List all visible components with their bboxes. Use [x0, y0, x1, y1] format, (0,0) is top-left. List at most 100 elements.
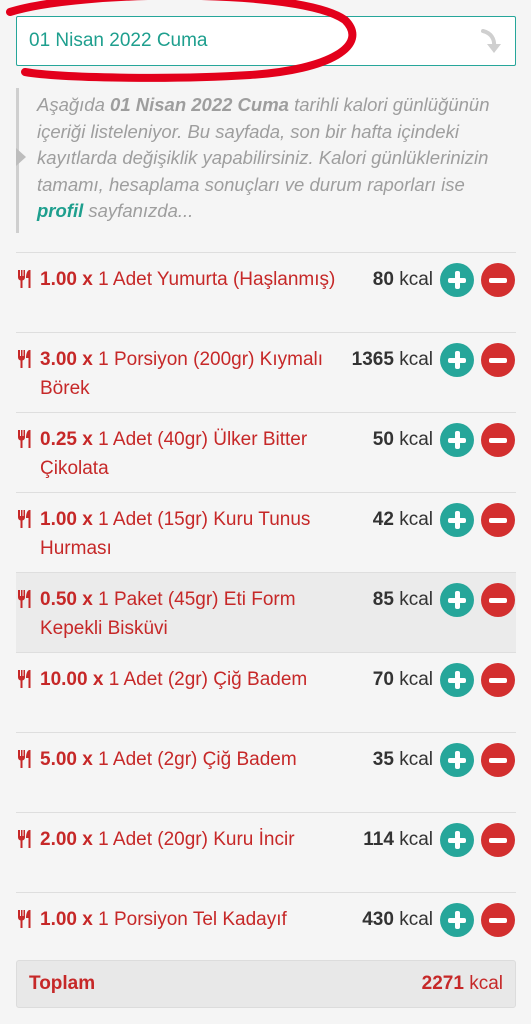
entry-row: 1.00 x 1 Adet Yumurta (Haşlanmış) 80 kca…	[16, 252, 516, 332]
chevron-down-icon	[481, 29, 501, 53]
entry-description: 0.50 x 1 Paket (45gr) Eti Form Kepekli B…	[40, 585, 340, 643]
entry-description: 5.00 x 1 Adet (2gr) Çiğ Badem	[40, 745, 340, 774]
remove-portion-button[interactable]	[481, 343, 515, 377]
entry-row: 1.00 x 1 Adet (15gr) Kuru Tunus Hurması …	[16, 492, 516, 572]
add-portion-button[interactable]	[440, 263, 474, 297]
entry-quantity: 1.00 x	[40, 269, 93, 290]
entry-kcal-unit: kcal	[399, 509, 433, 530]
entry-row: 0.25 x 1 Adet (40gr) Ülker Bitter Çikola…	[16, 412, 516, 492]
total-kcal-value: 2271	[421, 973, 464, 994]
total-value: 2271 kcal	[422, 973, 503, 995]
info-text-part: sayfanızda...	[83, 200, 194, 221]
entry-kcal: 1365 kcal	[352, 345, 433, 374]
entry-quantity: 3.00 x	[40, 349, 93, 370]
entry-kcal-unit: kcal	[399, 669, 433, 690]
entry-quantity: 1.00 x	[40, 509, 93, 530]
entry-kcal: 42 kcal	[373, 505, 433, 534]
entry-kcal: 80 kcal	[373, 265, 433, 294]
entry-quantity: 1.00 x	[40, 909, 93, 930]
remove-portion-button[interactable]	[481, 903, 515, 937]
add-portion-button[interactable]	[440, 503, 474, 537]
entry-kcal-unit: kcal	[399, 909, 433, 930]
entry-name: 1 Adet (2gr) Çiğ Badem	[98, 749, 297, 770]
add-portion-button[interactable]	[440, 423, 474, 457]
entry-kcal-value: 114	[363, 829, 394, 850]
date-selector[interactable]: 01 Nisan 2022 Cuma	[16, 16, 516, 66]
entry-kcal-unit: kcal	[399, 429, 433, 450]
utensils-icon	[18, 750, 31, 768]
remove-portion-button[interactable]	[481, 663, 515, 697]
add-portion-button[interactable]	[440, 663, 474, 697]
entry-kcal-unit: kcal	[399, 349, 433, 370]
entry-quantity: 2.00 x	[40, 829, 93, 850]
add-portion-button[interactable]	[440, 583, 474, 617]
info-text-part: Aşağıda	[37, 94, 111, 115]
remove-portion-button[interactable]	[481, 823, 515, 857]
profil-link[interactable]: profil	[37, 200, 83, 221]
utensils-icon	[18, 510, 31, 528]
entry-kcal-unit: kcal	[399, 829, 433, 850]
calorie-entry-list: 1.00 x 1 Adet Yumurta (Haşlanmış) 80 kca…	[16, 252, 516, 972]
remove-portion-button[interactable]	[481, 263, 515, 297]
entry-kcal-value: 70	[372, 669, 394, 690]
entry-description: 1.00 x 1 Adet (15gr) Kuru Tunus Hurması	[40, 505, 340, 563]
entry-kcal: 70 kcal	[373, 665, 433, 694]
utensils-icon	[18, 830, 31, 848]
entry-name: 1 Adet (20gr) Kuru İncir	[98, 829, 295, 850]
entry-row: 0.50 x 1 Paket (45gr) Eti Form Kepekli B…	[16, 572, 516, 652]
utensils-icon	[18, 910, 31, 928]
info-text: Aşağıda 01 Nisan 2022 Cuma tarihli kalor…	[37, 92, 507, 225]
entry-kcal: 430 kcal	[362, 905, 433, 934]
entry-row: 10.00 x 1 Adet (2gr) Çiğ Badem 70 kcal	[16, 652, 516, 732]
entry-kcal-value: 50	[372, 429, 394, 450]
entry-description: 0.25 x 1 Adet (40gr) Ülker Bitter Çikola…	[40, 425, 340, 483]
add-portion-button[interactable]	[440, 743, 474, 777]
utensils-icon	[18, 430, 31, 448]
info-date: 01 Nisan 2022 Cuma	[110, 94, 289, 115]
entry-name: 1 Adet (2gr) Çiğ Badem	[108, 669, 308, 690]
entry-name: 1 Adet Yumurta (Haşlanmış)	[98, 269, 336, 290]
entry-quantity: 10.00 x	[40, 669, 104, 690]
entry-quantity: 5.00 x	[40, 749, 93, 770]
remove-portion-button[interactable]	[481, 583, 515, 617]
entry-kcal-unit: kcal	[399, 589, 433, 610]
page: 01 Nisan 2022 Cuma Aşağıda 01 Nisan 2022…	[0, 0, 531, 1024]
entry-row: 2.00 x 1 Adet (20gr) Kuru İncir 114 kcal	[16, 812, 516, 892]
entry-kcal-value: 42	[372, 509, 394, 530]
total-kcal-unit: kcal	[469, 973, 503, 994]
remove-portion-button[interactable]	[481, 743, 515, 777]
entry-kcal-unit: kcal	[399, 749, 433, 770]
entry-kcal-unit: kcal	[399, 269, 433, 290]
add-portion-button[interactable]	[440, 343, 474, 377]
add-portion-button[interactable]	[440, 903, 474, 937]
entry-description: 2.00 x 1 Adet (20gr) Kuru İncir	[40, 825, 340, 854]
utensils-icon	[18, 670, 31, 688]
utensils-icon	[18, 270, 31, 288]
info-box: Aşağıda 01 Nisan 2022 Cuma tarihli kalor…	[16, 88, 516, 233]
entry-description: 10.00 x 1 Adet (2gr) Çiğ Badem	[40, 665, 340, 694]
entry-quantity: 0.25 x	[40, 429, 93, 450]
entry-kcal-value: 1365	[351, 349, 394, 370]
entry-kcal: 35 kcal	[373, 745, 433, 774]
entry-row: 3.00 x 1 Porsiyon (200gr) Kıymalı Börek …	[16, 332, 516, 412]
entry-kcal-value: 430	[362, 909, 394, 930]
remove-portion-button[interactable]	[481, 423, 515, 457]
remove-portion-button[interactable]	[481, 503, 515, 537]
entry-kcal-value: 85	[372, 589, 394, 610]
entry-kcal-value: 80	[372, 269, 394, 290]
entry-kcal: 85 kcal	[373, 585, 433, 614]
date-selector-value: 01 Nisan 2022 Cuma	[29, 30, 208, 51]
entry-description: 3.00 x 1 Porsiyon (200gr) Kıymalı Börek	[40, 345, 340, 403]
entry-name: 1 Porsiyon Tel Kadayıf	[98, 909, 287, 930]
entry-kcal: 50 kcal	[373, 425, 433, 454]
add-portion-button[interactable]	[440, 823, 474, 857]
entry-description: 1.00 x 1 Adet Yumurta (Haşlanmış)	[40, 265, 340, 294]
entry-row: 5.00 x 1 Adet (2gr) Çiğ Badem 35 kcal	[16, 732, 516, 812]
caret-right-icon	[16, 148, 26, 166]
entry-kcal-value: 35	[372, 749, 394, 770]
total-row: Toplam 2271 kcal	[16, 960, 516, 1008]
utensils-icon	[18, 350, 31, 368]
entry-kcal: 114 kcal	[363, 825, 433, 854]
entry-description: 1.00 x 1 Porsiyon Tel Kadayıf	[40, 905, 340, 934]
entry-quantity: 0.50 x	[40, 589, 93, 610]
